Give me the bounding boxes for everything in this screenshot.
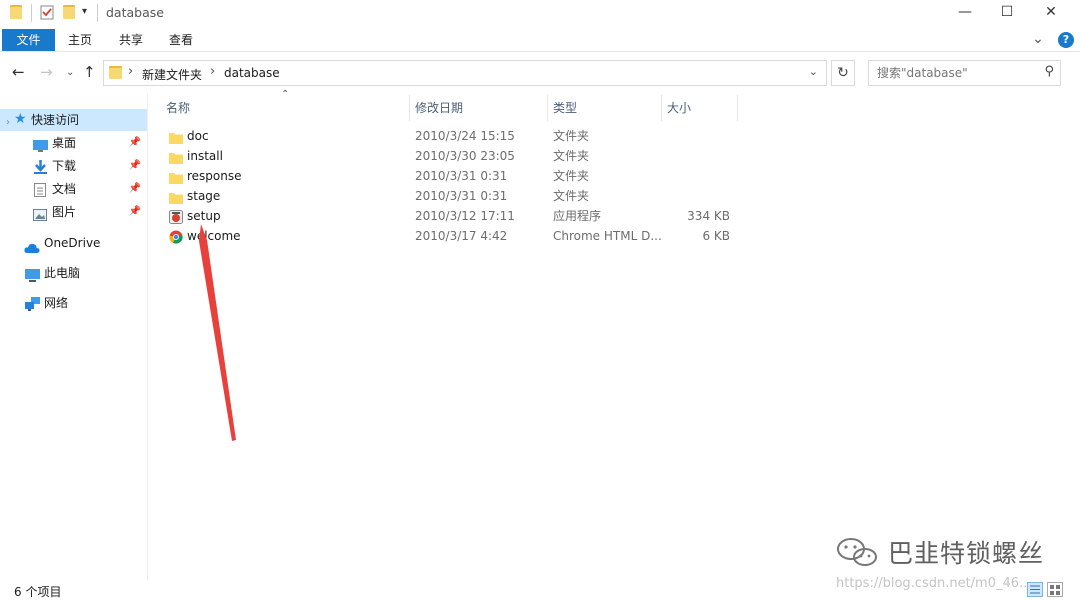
customize-toolbar-icon[interactable]: ▾ <box>82 6 87 23</box>
sidebar-item-label: 文档 <box>52 182 77 196</box>
search-input[interactable] <box>877 66 1027 80</box>
sidebar-item-quick-access[interactable]: › ★ 快速访问 <box>0 109 147 131</box>
up-arrow-icon[interactable]: ↑ <box>83 64 96 80</box>
pin-icon[interactable]: 📌 <box>129 155 141 177</box>
address-dropdown-icon[interactable]: ⌄ <box>809 65 818 78</box>
window-title: database <box>106 5 164 20</box>
help-icon[interactable]: ? <box>1058 32 1074 48</box>
tab-view[interactable]: 查看 <box>163 29 199 51</box>
sidebar-item-documents[interactable]: 文档 📌 <box>0 178 147 200</box>
chevron-right-icon[interactable]: › <box>6 112 10 134</box>
recent-locations-icon[interactable]: ⌄ <box>66 65 74 81</box>
navigation-pane: › ★ 快速访问 桌面 📌 下载 📌 文档 📌 图片 📌 OneDrive 此电… <box>0 93 148 580</box>
ribbon-tabs: 文件 主页 共享 查看 ⌄ ? <box>0 27 1080 52</box>
sidebar-item-network[interactable]: 网络 <box>0 292 147 314</box>
folder-icon <box>10 5 22 22</box>
sidebar-item-onedrive[interactable]: OneDrive <box>0 232 147 254</box>
sidebar-item-label: 下载 <box>52 159 77 173</box>
navigation-bar: ← → ⌄ ↑ › 新建文件夹 › database ⌄ ↻ ⚲ <box>0 53 1080 93</box>
new-folder-icon[interactable] <box>63 5 75 22</box>
sidebar-item-label: 快速访问 <box>31 113 80 127</box>
tab-file[interactable]: 文件 <box>2 29 55 51</box>
picture-icon <box>33 206 47 228</box>
breadcrumb-separator: › <box>210 64 216 79</box>
star-icon: ★ <box>14 111 27 127</box>
refresh-button[interactable]: ↻ <box>831 60 855 86</box>
back-arrow-icon[interactable]: ← <box>12 64 25 80</box>
annotation-arrow <box>199 224 236 441</box>
sidebar-item-label: 此电脑 <box>44 266 81 280</box>
minimize-button[interactable]: — <box>942 0 988 27</box>
tab-share[interactable]: 共享 <box>113 29 149 51</box>
sidebar-item-desktop[interactable]: 桌面 📌 <box>0 132 147 154</box>
sidebar-item-label: 桌面 <box>52 136 77 150</box>
large-icons-view-icon[interactable] <box>1047 582 1063 597</box>
ribbon-expand-icon[interactable]: ⌄ <box>1028 28 1048 50</box>
folder-icon <box>109 66 122 79</box>
details-view-icon[interactable] <box>1027 582 1043 597</box>
search-icon[interactable]: ⚲ <box>1044 64 1054 79</box>
pin-icon[interactable]: 📌 <box>129 201 141 223</box>
cloud-icon <box>24 238 40 260</box>
tab-home[interactable]: 主页 <box>62 29 98 51</box>
close-button[interactable]: ✕ <box>1028 0 1074 27</box>
computer-icon <box>25 267 40 289</box>
pin-icon[interactable]: 📌 <box>129 132 141 154</box>
properties-icon[interactable] <box>40 5 54 22</box>
status-bar: 6 个项目 <box>0 580 1080 599</box>
item-count: 6 个项目 <box>14 585 62 599</box>
sidebar-item-this-pc[interactable]: 此电脑 <box>0 262 147 284</box>
breadcrumb-database[interactable]: database <box>224 66 280 80</box>
sidebar-item-label: 网络 <box>44 296 69 310</box>
breadcrumb-separator: › <box>128 64 134 79</box>
forward-arrow-icon[interactable]: → <box>40 64 53 80</box>
network-icon <box>25 296 41 318</box>
title-bar: ▾ database — ☐ ✕ <box>0 0 1080 27</box>
divider <box>97 4 98 22</box>
file-explorer-window: ▾ database — ☐ ✕ 文件 主页 共享 查看 ⌄ ? ← → ⌄ ↑… <box>0 0 1080 599</box>
divider <box>31 4 32 22</box>
sidebar-item-downloads[interactable]: 下载 📌 <box>0 155 147 177</box>
file-list: ⌃ 名称 修改日期 类型 大小 doc 2010/3/24 15:15 文件夹 ins… <box>150 89 1080 580</box>
sidebar-item-label: OneDrive <box>44 236 101 250</box>
sidebar-item-pictures[interactable]: 图片 📌 <box>0 201 147 223</box>
wechat-icon <box>837 538 877 566</box>
pin-icon[interactable]: 📌 <box>129 178 141 200</box>
search-box[interactable]: ⚲ <box>868 60 1061 86</box>
breadcrumb-new-folder[interactable]: 新建文件夹 <box>142 66 202 83</box>
maximize-button[interactable]: ☐ <box>984 0 1030 27</box>
address-bar[interactable]: › 新建文件夹 › database ⌄ <box>103 60 827 86</box>
sidebar-item-label: 图片 <box>52 205 77 219</box>
watermark-brand: 巴韭特锁螺丝 <box>888 539 1045 568</box>
